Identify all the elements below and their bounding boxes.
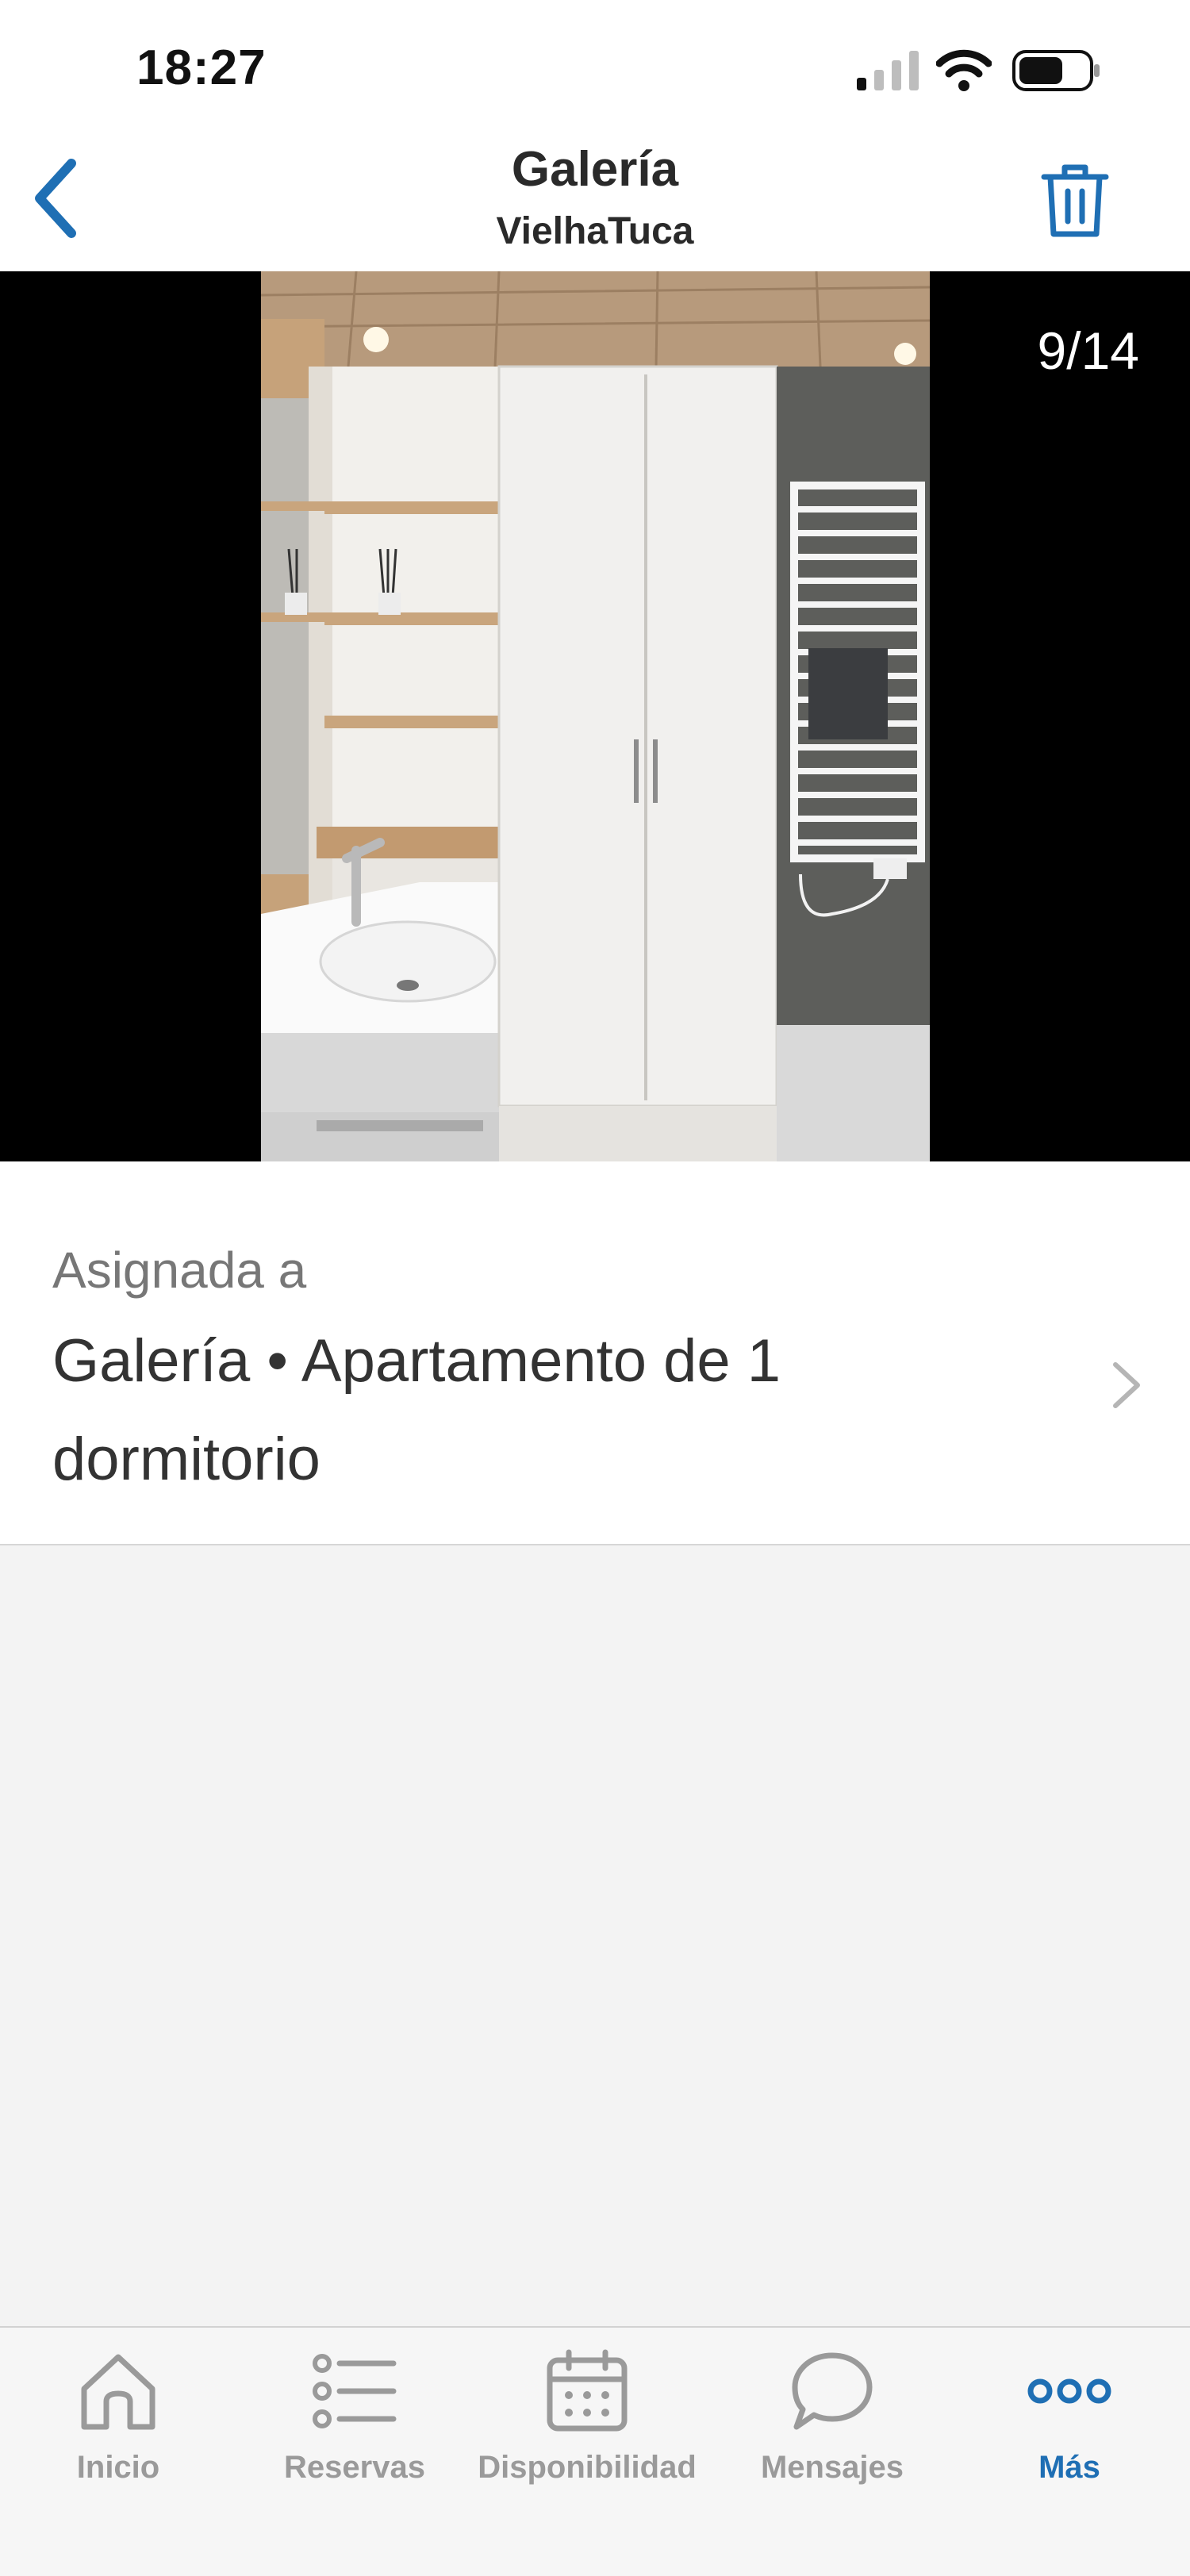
list-icon <box>313 2354 397 2428</box>
tab-label: Reservas <box>284 2450 425 2485</box>
tab-mensajes[interactable]: Mensajes <box>745 2344 919 2518</box>
tab-reservas[interactable]: Reservas <box>267 2344 442 2518</box>
trash-icon <box>1041 164 1109 237</box>
status-time: 18:27 <box>136 40 267 95</box>
tab-label: Disponibilidad <box>478 2450 697 2485</box>
page-subtitle: VielhaTuca <box>496 210 694 252</box>
status-bar: 18:27 <box>0 0 1190 135</box>
chat-icon <box>792 2352 873 2430</box>
nav-bar: Galería VielhaTuca <box>0 135 1190 271</box>
battery-icon <box>1012 50 1100 91</box>
assigned-label: Asignada a <box>52 1242 307 1299</box>
delete-button[interactable] <box>1031 157 1119 244</box>
photo-counter: 9/14 <box>1037 321 1139 380</box>
home-icon <box>81 2354 155 2430</box>
calendar-icon <box>547 2349 628 2432</box>
tab-mas[interactable]: Más <box>990 2344 1149 2518</box>
chevron-right-icon <box>1113 1362 1140 1408</box>
more-icon <box>1027 2378 1111 2404</box>
tab-bar: Inicio Reservas Disponibilidad Mensajes … <box>0 2326 1190 2576</box>
wifi-icon <box>936 49 992 91</box>
bathroom-photo[interactable] <box>261 271 930 1161</box>
page-title: Galería <box>511 142 679 197</box>
photo-viewer[interactable]: 9/14 <box>0 271 1190 1161</box>
tab-label: Más <box>1038 2450 1100 2485</box>
tab-disponibilidad[interactable]: Disponibilidad <box>473 2344 701 2518</box>
tab-inicio[interactable]: Inicio <box>71 2344 166 2518</box>
assigned-row[interactable]: Asignada a Galería • Apartamento de 1 do… <box>0 1161 1190 1545</box>
tab-label: Inicio <box>76 2450 160 2485</box>
assigned-value: Galería • Apartamento de 1 dormitorio <box>52 1327 781 1493</box>
tab-label: Mensajes <box>760 2450 904 2485</box>
signal-icon <box>857 51 919 90</box>
